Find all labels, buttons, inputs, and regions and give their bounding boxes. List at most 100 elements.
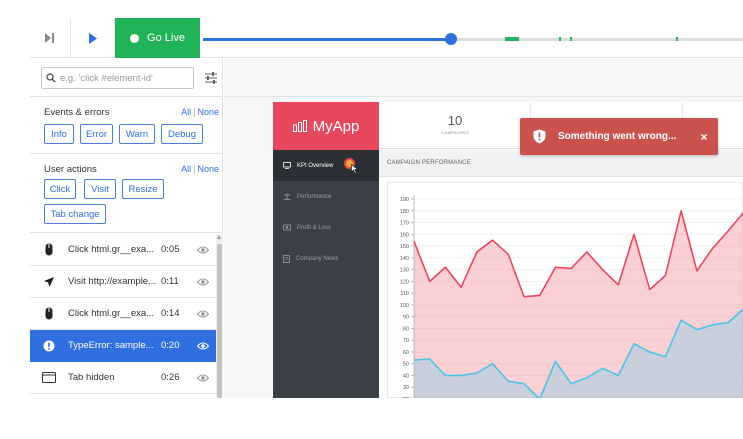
app-brand-name: MyApp bbox=[312, 117, 360, 135]
chart-y-tick-label: 90 bbox=[403, 315, 409, 321]
log-time: 0:20 bbox=[161, 340, 180, 351]
chip-error[interactable]: Error bbox=[80, 124, 113, 144]
go-live-label: Go Live bbox=[147, 32, 185, 44]
app-nav-label: KPI Overview bbox=[297, 162, 334, 169]
bar-chart-logo-icon bbox=[292, 120, 307, 132]
timeline-track[interactable] bbox=[203, 33, 743, 45]
app-brand: MyApp bbox=[273, 102, 379, 150]
chip-tab-change[interactable]: Tab change bbox=[44, 204, 106, 224]
eye-icon[interactable] bbox=[196, 278, 209, 286]
eye-icon[interactable] bbox=[196, 310, 209, 318]
chip-click[interactable]: Click bbox=[44, 179, 76, 199]
log-time: 0:26 bbox=[161, 372, 180, 383]
log-time: 0:05 bbox=[161, 244, 180, 255]
toast-close-button[interactable]: × bbox=[690, 130, 718, 144]
event-list-scrollbar[interactable] bbox=[216, 234, 223, 398]
search-row bbox=[30, 59, 223, 97]
chart-y-tick-label: 60 bbox=[403, 350, 409, 356]
timeline-scrubber-handle[interactable] bbox=[444, 33, 457, 45]
chart-y-tick-label: 100 bbox=[400, 303, 409, 309]
app-nav-label: Performance bbox=[297, 193, 332, 200]
news-icon bbox=[283, 254, 290, 263]
kpi-label: Campaigns bbox=[440, 130, 470, 135]
timeline-event-mark[interactable] bbox=[675, 37, 678, 41]
app-nav-company-news[interactable]: Company News bbox=[273, 243, 379, 274]
play-button[interactable] bbox=[71, 18, 115, 58]
events-errors-filter: Events & errors All | None Info Error Warn… bbox=[30, 97, 223, 154]
app-nav-kpi-overview[interactable]: KPI Overview bbox=[273, 150, 379, 181]
shield-alert-icon bbox=[533, 129, 545, 144]
app-nav-label: Profit & Loss bbox=[297, 224, 332, 231]
mouse-icon bbox=[45, 243, 53, 256]
chart-y-tick-label: 190 bbox=[400, 197, 409, 203]
chart-y-tick-label: 180 bbox=[400, 209, 409, 215]
chart-y-tick-label: 40 bbox=[403, 373, 409, 379]
chart-y-tick-label: 120 bbox=[400, 279, 409, 285]
scrollbar-thumb[interactable] bbox=[217, 244, 222, 398]
chip-resize[interactable]: Resize bbox=[122, 179, 164, 199]
log-row[interactable]: Click html.gr__exa... 0:05 bbox=[30, 234, 216, 266]
money-icon bbox=[283, 224, 291, 231]
error-toast: Something went wrong... × bbox=[520, 118, 718, 155]
app-nav-performance[interactable]: Performance bbox=[273, 181, 379, 212]
user-actions-title: User actions bbox=[44, 164, 97, 175]
chart-y-tick-label: 70 bbox=[403, 338, 409, 344]
chart-y-tick-label: 50 bbox=[403, 362, 409, 368]
chart-y-tick-label: 170 bbox=[400, 221, 409, 227]
log-text: Click html.gr__exa... bbox=[68, 244, 155, 255]
chart-svg: 190 180 170 160 150 140 130 120 110 100 90 80 70 60 50… bbox=[400, 195, 743, 398]
scroll-up-icon[interactable] bbox=[217, 235, 221, 239]
timeline-event-mark[interactable] bbox=[559, 37, 562, 41]
app-sidebar: MyApp KPI Overview Performance Profit & … bbox=[273, 102, 379, 398]
search-box[interactable] bbox=[41, 67, 194, 89]
timeline-event-mark[interactable] bbox=[570, 37, 573, 41]
go-live-button[interactable]: Go Live bbox=[115, 18, 200, 58]
chart-y-tick-label: 80 bbox=[403, 326, 409, 332]
events-all-link[interactable]: All bbox=[181, 107, 191, 117]
skip-icon bbox=[45, 33, 54, 43]
actions-none-link[interactable]: None bbox=[197, 164, 219, 174]
search-icon bbox=[46, 73, 56, 83]
replay-viewport: MyApp KPI Overview Performance Profit & … bbox=[224, 59, 743, 398]
search-input[interactable] bbox=[60, 72, 190, 84]
user-actions-filter: User actions All | None Click Visit Resize… bbox=[30, 154, 223, 233]
log-row-active[interactable]: TypeError: sample... 0:20 bbox=[30, 330, 216, 362]
chip-debug[interactable]: Debug bbox=[161, 124, 203, 144]
arrow-icon bbox=[44, 276, 54, 287]
log-text: Tab hidden bbox=[68, 372, 115, 383]
log-time: 0:14 bbox=[161, 308, 180, 319]
skip-inactivity-button[interactable] bbox=[30, 18, 71, 58]
session-replay-app: Go Live e.g. 'click #element-id' Events … bbox=[30, 18, 743, 398]
events-none-link[interactable]: None bbox=[197, 107, 219, 117]
log-row[interactable]: Visit http://example... 0:11 bbox=[30, 266, 216, 298]
chart-y-tick-label: 30 bbox=[403, 385, 409, 391]
timeline-progress bbox=[203, 38, 451, 41]
eye-icon[interactable] bbox=[196, 246, 209, 254]
eye-icon[interactable] bbox=[196, 374, 209, 382]
chip-warn[interactable]: Warn bbox=[119, 124, 155, 144]
chip-visit[interactable]: Visit bbox=[84, 179, 116, 199]
live-dot-icon bbox=[130, 33, 140, 43]
eye-icon[interactable] bbox=[196, 342, 209, 350]
event-log-list: Click html.gr__exa... 0:05 Visit http://… bbox=[30, 234, 216, 398]
chip-info[interactable]: Info bbox=[44, 124, 74, 144]
chart-y-tick-label: 20 bbox=[403, 397, 409, 398]
events-errors-toggle: All | None bbox=[181, 107, 219, 117]
app-nav-profit-loss[interactable]: Profit & Loss bbox=[273, 212, 379, 243]
user-actions-toggle: All | None bbox=[181, 164, 219, 174]
filter-sliders-icon[interactable] bbox=[204, 71, 218, 85]
tab-icon bbox=[42, 372, 56, 383]
play-icon bbox=[88, 32, 97, 44]
events-errors-title: Events & errors bbox=[44, 107, 110, 118]
log-text: Click html.gr__exa... bbox=[68, 308, 155, 319]
player-bar: Go Live bbox=[30, 18, 743, 58]
timeline-event-mark[interactable] bbox=[505, 37, 520, 41]
log-text: TypeError: sample... bbox=[68, 340, 154, 351]
actions-all-link[interactable]: All bbox=[181, 164, 191, 174]
toast-message: Something went wrong... bbox=[558, 131, 677, 142]
campaign-performance-chart: 190 180 170 160 150 140 130 120 110 100 90 80 70 60 50… bbox=[387, 182, 743, 398]
error-icon bbox=[43, 340, 55, 351]
chart-y-tick-label: 130 bbox=[400, 268, 409, 274]
log-row[interactable]: Tab hidden 0:26 bbox=[30, 362, 216, 394]
log-row[interactable]: Click html.gr__exa... 0:14 bbox=[30, 298, 216, 330]
